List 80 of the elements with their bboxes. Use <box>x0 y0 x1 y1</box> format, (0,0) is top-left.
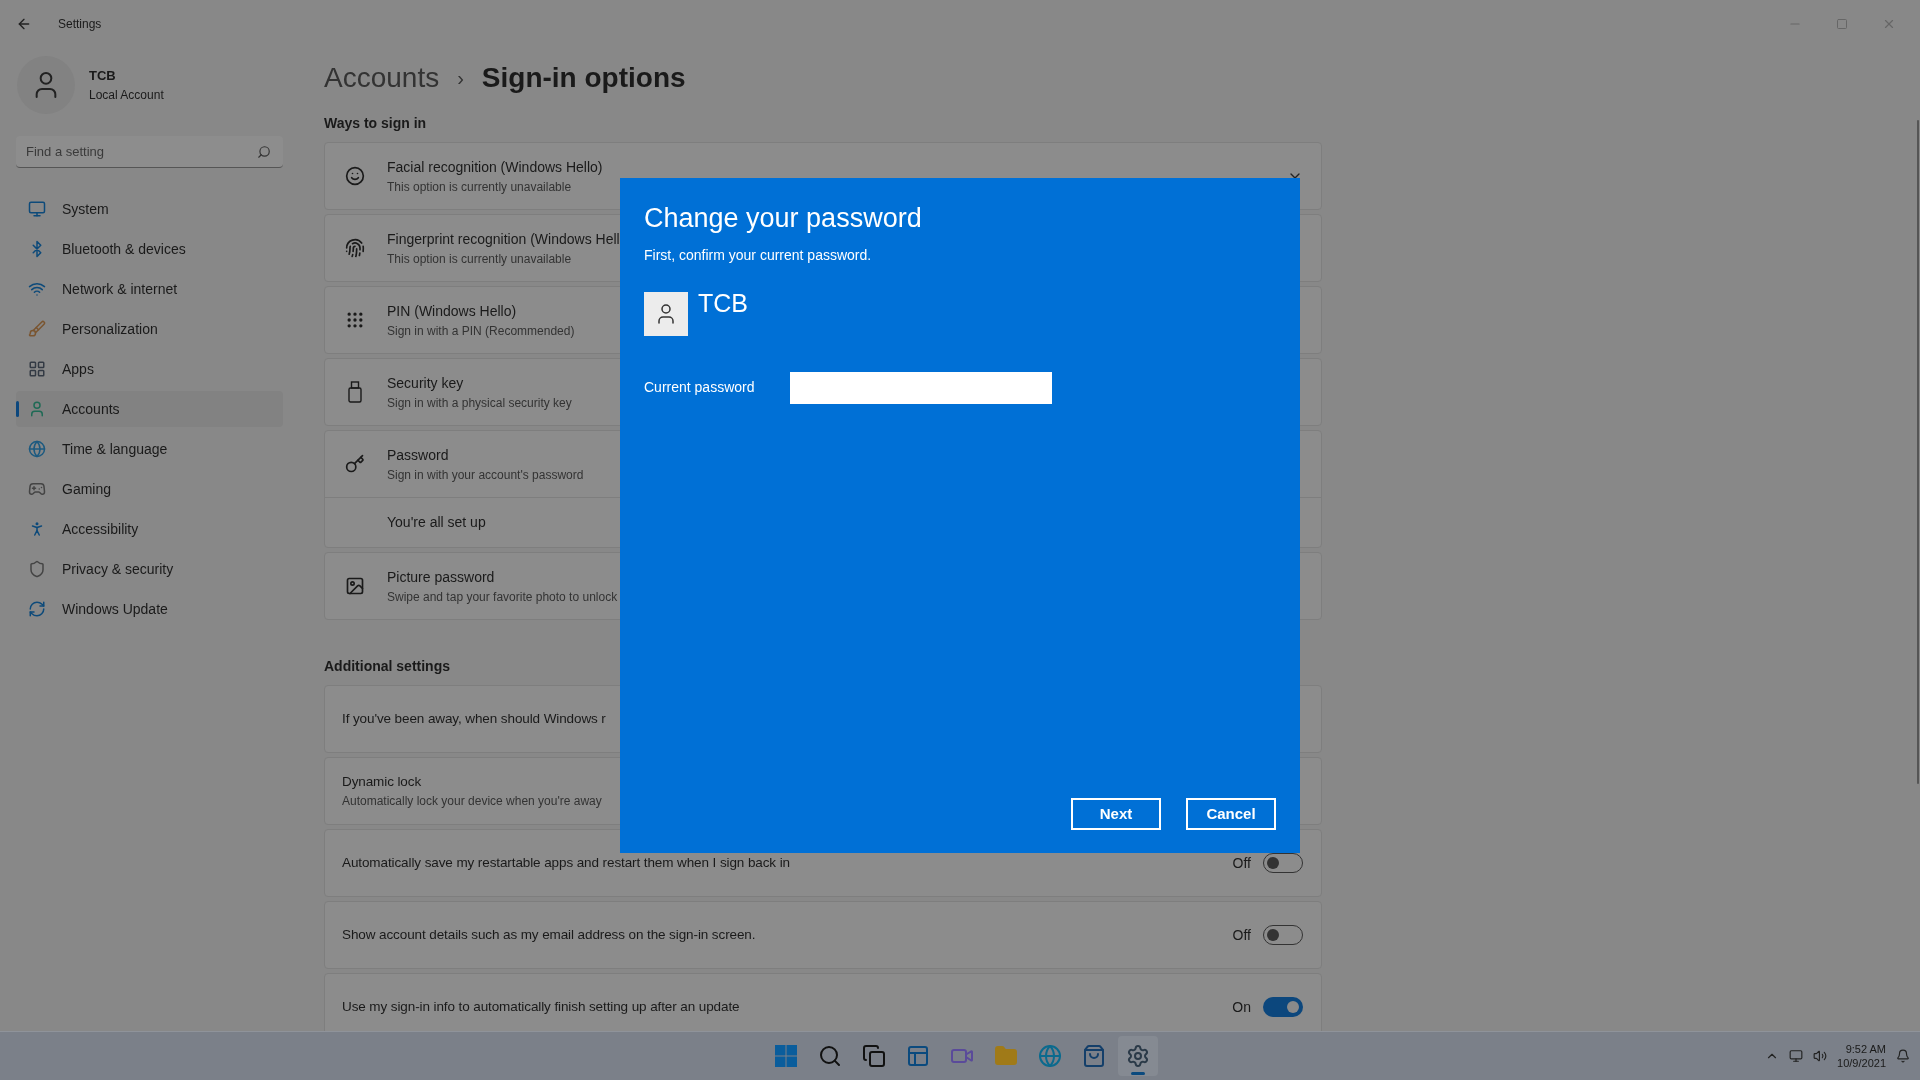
search-icon <box>818 1044 842 1068</box>
search-field[interactable]: Find a setting <box>16 136 283 168</box>
folder-icon <box>994 1044 1018 1068</box>
account-type: Local Account <box>89 86 164 104</box>
nav-item[interactable]: Gaming <box>16 471 283 507</box>
option-description: This option is currently unavailable <box>387 250 573 268</box>
nav-item[interactable]: Personalization <box>16 311 283 347</box>
volume-icon[interactable] <box>1813 1049 1828 1063</box>
shield-icon <box>28 560 46 578</box>
window-title: Settings <box>58 16 102 33</box>
key-icon <box>345 454 365 474</box>
nav-item[interactable]: Accessibility <box>16 511 283 547</box>
option-title: Facial recognition (Windows Hello) <box>387 157 603 177</box>
setting-title: Use my sign-in info to automatically finish setting up after an update <box>342 997 740 1016</box>
setting-title: If you've been away, when should Windows r <box>342 709 606 728</box>
nav-item[interactable]: Apps <box>16 351 283 387</box>
breadcrumb-parent[interactable]: Accounts <box>324 57 440 99</box>
page-title: Sign-in options <box>481 61 686 95</box>
widgets-icon <box>906 1044 930 1068</box>
nav-item[interactable]: Windows Update <box>16 591 283 627</box>
browser-icon <box>1038 1044 1062 1068</box>
option-title: Picture password <box>387 567 496 587</box>
gamepad-icon <box>28 480 46 498</box>
field-label: Current password <box>644 378 756 397</box>
clock-time[interactable]: 9:52 AM <box>1845 1042 1886 1056</box>
password-status: You're all set up <box>387 513 486 532</box>
toggle-state: Off <box>1232 925 1251 945</box>
search-icon <box>257 145 271 159</box>
section-heading: Ways to sign in <box>324 114 427 133</box>
setting-title: Show account details such as my email address on the sign-in screen. <box>342 925 756 944</box>
notification-icon[interactable] <box>1896 1049 1910 1063</box>
windows-logo-icon <box>775 1045 797 1067</box>
dialog-button[interactable]: Next <box>1071 798 1161 830</box>
nav-item[interactable]: Accounts <box>16 391 283 427</box>
person-icon <box>28 400 46 418</box>
wifi-icon <box>28 280 46 298</box>
setting-title: Dynamic lock <box>342 772 423 791</box>
smile-icon <box>345 166 365 186</box>
taskbar-app[interactable] <box>1118 1036 1158 1076</box>
nav-item[interactable]: Bluetooth & devices <box>16 231 283 267</box>
scrollbar[interactable] <box>1917 120 1919 784</box>
current-password-field[interactable] <box>790 371 1052 404</box>
profile-name: TCB <box>89 67 117 86</box>
nav-item[interactable]: Network & internet <box>16 271 283 307</box>
option-title: Fingerprint recognition (Windows Hell <box>387 229 620 249</box>
dialog-button[interactable]: Cancel <box>1186 798 1276 830</box>
nav-item[interactable]: Privacy & security <box>16 551 283 587</box>
setting-title: Automatically save my restartable apps and restart them when I sign back in <box>342 853 790 872</box>
option-description: This option is currently unavailable <box>387 178 573 196</box>
section-heading: Additional settings <box>324 657 450 676</box>
option-title: Security key <box>387 373 465 393</box>
network-icon[interactable] <box>1789 1049 1804 1063</box>
option-title: PIN (Windows Hello) <box>387 301 518 321</box>
update-icon <box>28 600 46 618</box>
image-icon <box>345 576 365 596</box>
clock-date[interactable]: 10/9/2021 <box>1837 1056 1886 1070</box>
setting-description: Automatically lock your device when you're away <box>342 793 602 811</box>
store-icon <box>1082 1044 1106 1068</box>
nav-item[interactable]: System <box>16 191 283 227</box>
dialog-username: TCB <box>698 288 748 317</box>
keypad-icon <box>345 310 365 330</box>
fingerprint-icon <box>345 238 365 258</box>
brush-icon <box>28 320 46 338</box>
option-title: Password <box>387 445 450 465</box>
option-description: Sign in with your account's password <box>387 466 584 484</box>
toggle-switch[interactable] <box>1263 997 1303 1017</box>
nav-item[interactable]: Time & language <box>16 431 283 467</box>
option-description: Sign in with a physical security key <box>387 394 572 412</box>
option-description: Swipe and tap your favorite photo to unlock <box>387 588 618 606</box>
monitor-icon <box>28 200 46 218</box>
breadcrumb-separator: › <box>457 66 464 91</box>
toggle-state: On <box>1232 997 1251 1017</box>
task-view-icon <box>862 1044 886 1068</box>
option-description: Sign in with a PIN (Recommended) <box>387 322 575 340</box>
usb-key-icon <box>348 381 362 403</box>
settings-icon <box>1126 1044 1150 1068</box>
globe-icon <box>28 440 46 458</box>
apps-icon <box>28 360 46 378</box>
toggle-state: Off <box>1232 853 1251 873</box>
dialog-subtitle: First, confirm your current password. <box>644 245 872 265</box>
